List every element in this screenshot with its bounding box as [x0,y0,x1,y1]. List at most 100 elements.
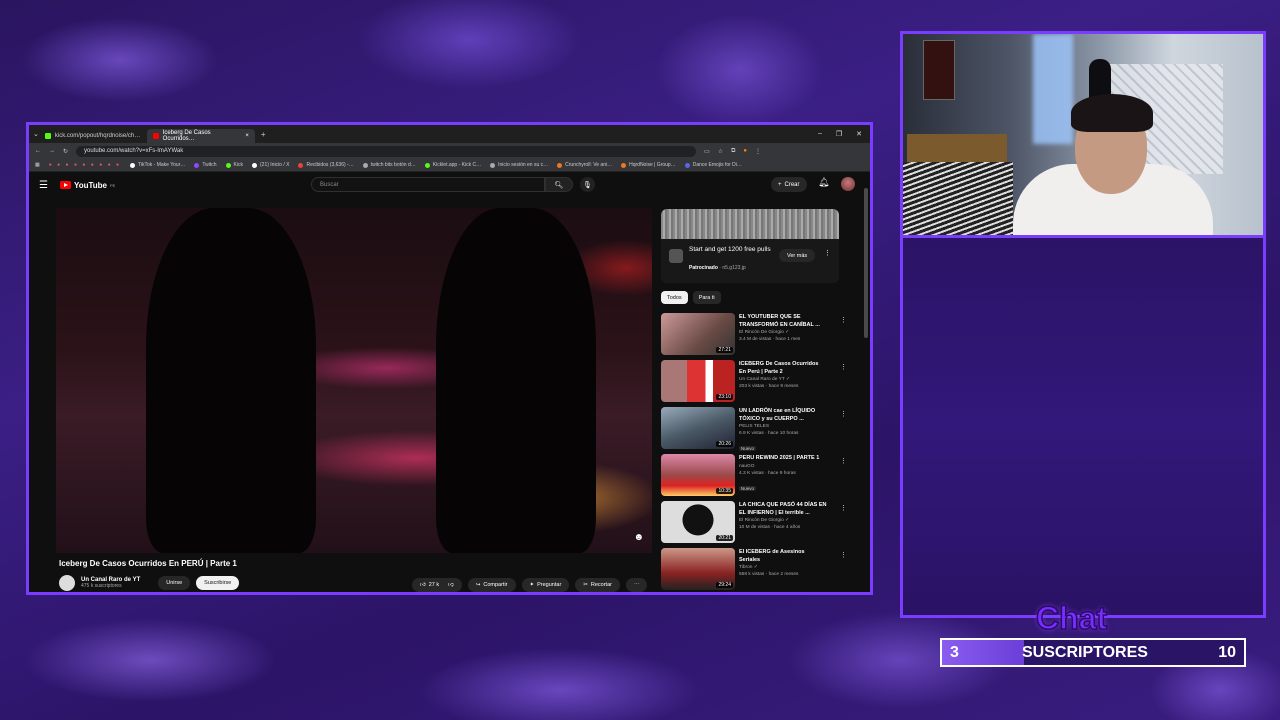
account-avatar[interactable] [841,177,855,191]
video-player[interactable]: ☻ [56,208,652,553]
bookmark-item[interactable]: Kicklet.app - Kick C… [424,162,481,168]
forward-icon[interactable]: → [49,148,55,154]
ask-button[interactable]: ✦ Preguntar [521,578,570,592]
apps-icon[interactable]: ▦ [35,162,40,168]
video-thumbnail[interactable]: 27:21 [661,313,735,355]
recommendation-info: UN LADRÓN cae en LÍQUIDO TÓXICO y su CUE… [739,407,827,454]
chip-all[interactable]: Todos [661,291,688,304]
goal-target: 10 [1218,643,1236,661]
recommendation-channel: Tibron ✓ [739,565,758,570]
hamburger-menu-icon[interactable]: ☰ [39,180,48,191]
recommendation-item[interactable]: 20:26 UN LADRÓN cae en LÍQUIDO TÓXICO y … [661,407,851,454]
subscriber-goal-bar: 3 SUSCRIPTORES 10 [940,638,1246,667]
item-menu-dots-icon[interactable]: ⋮ [840,551,847,559]
recommendation-channel: El Rincón De Giorgio ✓ [739,518,790,523]
recommendation-channel: Un Canal Raro de YT ✓ [739,377,791,382]
share-button[interactable]: ↪ Compartir [467,578,516,592]
reload-icon[interactable]: ↻ [63,148,68,155]
item-menu-dots-icon[interactable]: ⋮ [840,410,847,418]
url-text: youtube.com/watch?v=xFs-ImAYWak [84,148,184,154]
video-silhouette-right [436,208,596,553]
video-thumbnail[interactable]: 29:24 [661,548,735,590]
search-input[interactable]: Buscar [311,177,545,192]
duration-badge: 23:10 [716,394,733,400]
duration-badge: 20:26 [716,441,733,447]
ad-logo-icon [669,249,683,263]
recommendation-item[interactable]: 10:35 PERU REWIND 2025 | PARTE 1 nauGO 4… [661,454,851,501]
recommendation-item[interactable]: 20:21 LA CHICA QUE PASÓ 44 DÍAS EN EL IN… [661,501,851,548]
youtube-header: ☰ YouTube PE Buscar 🔍︎ 🎙︎ + Crear 🔔︎ [29,172,870,198]
recommendation-channel: nauGO [739,463,755,469]
new-badge: Nuevo [739,485,757,491]
recommendation-channel: PELIS TELES [739,424,770,429]
recommendation-item[interactable]: 29:24 El ICEBERG de Asesinos Seriales Ti… [661,548,851,592]
ad-more-button[interactable]: Ver más [779,249,816,262]
recommendation-item[interactable]: 27:21 EL YOUTUBER QUE SE TRANSFORMÓ EN C… [661,313,851,360]
video-thumbnail[interactable]: 10:35 [661,454,735,496]
discord-icon [684,162,690,168]
subscribe-button[interactable]: Suscribirse [196,576,240,590]
search-button[interactable]: 🔍︎ [545,177,573,192]
bookmark-item[interactable]: Inicio sesión en su c… [490,162,548,168]
bookmark-item[interactable]: Twitch [194,162,217,168]
chip-for-you[interactable]: Para ti [692,291,721,304]
webcam-streamer-hair [1071,94,1153,132]
tab-kick[interactable]: kick.com/popout/hqrdnoise/ch… [39,129,147,143]
ad-menu-dots-icon[interactable]: ⋮ [824,249,831,257]
chat-panel [900,238,1266,618]
bookmark-item[interactable]: Recibidos (3,636) -… [298,162,354,168]
address-bar[interactable]: youtube.com/watch?v=xFs-ImAYWak [76,145,697,157]
voice-search-button[interactable]: 🎙︎ [580,177,595,192]
recommendation-info: LA CHICA QUE PASÓ 44 DÍAS EN EL INFIERNO… [739,501,827,548]
bookmark-item[interactable]: Kick [225,162,243,168]
bookmark-item[interactable]: twitch bits botón d… [362,162,416,168]
page-scrollbar[interactable] [864,188,868,338]
minimize-icon[interactable]: – [818,130,822,138]
video-thumbnail[interactable]: 20:21 [661,501,735,543]
profile-icon[interactable]: ● [743,148,747,154]
item-menu-dots-icon[interactable]: ⋮ [840,363,847,371]
notifications-bell-icon[interactable]: 🔔︎ [818,177,829,188]
create-button[interactable]: + Crear [771,177,807,192]
more-actions-button[interactable]: ⋯ [625,578,648,592]
recommendation-meta: 4.3 K vistas · hace 9 horas [739,470,796,476]
tab-list-icon[interactable]: ⌄ [33,130,39,138]
new-tab-button[interactable]: + [261,130,266,139]
bookmark-item[interactable]: HqrdNoise | Group… [621,162,676,168]
duration-badge: 29:24 [716,582,733,588]
clip-button[interactable]: ✂ Recortar [575,578,620,592]
video-thumbnail[interactable]: 23:10 [661,360,735,402]
ad-sponsor: Patrocinado · n5.g123.jp [689,265,746,271]
menu-dots-icon[interactable]: ⋮ [755,148,761,155]
video-thumbnail[interactable]: 20:26 [661,407,735,449]
close-window-icon[interactable]: ✕ [856,130,862,138]
thumbs-down-icon[interactable]: 👎︎ [448,582,454,588]
bookmark-item[interactable]: Crunchyroll: Ve ani… [557,162,612,168]
bookmark-item[interactable]: (21) Inicio / X [252,162,289,168]
youtube-logo[interactable]: YouTube PE [59,181,115,190]
item-menu-dots-icon[interactable]: ⋮ [840,457,847,465]
tab-youtube[interactable]: Iceberg De Casos Ocurridos… × [146,129,255,143]
bookmark-icons-strip[interactable]: ● ● ● ● ● ● ● ● ● [49,162,121,168]
bookmark-star-icon[interactable]: ☆ [718,148,723,155]
close-tab-icon[interactable]: × [245,133,249,139]
search-icon: 🔍︎ [554,181,564,189]
recommendation-title: PERU REWIND 2025 | PARTE 1 [739,455,820,461]
item-menu-dots-icon[interactable]: ⋮ [840,316,847,324]
cast-icon[interactable]: ▭ [704,148,710,155]
recommendation-meta: 558 k vistas · hace 2 meses [739,572,799,577]
tab-bar: ⌄ kick.com/popout/hqrdnoise/ch… Iceberg … [29,125,870,143]
bookmark-item[interactable]: Dance Emojis for Di… [684,162,742,168]
browser-window: ⌄ kick.com/popout/hqrdnoise/ch… Iceberg … [26,122,873,595]
sponsored-ad[interactable]: Start and get 1200 free pulls Patrocinad… [661,209,839,283]
extensions-icon[interactable]: ⧉ [731,148,735,155]
recommendation-item[interactable]: 23:10 ICEBERG De Casos Ocurridos En Perú… [661,360,851,407]
join-button[interactable]: Unirse [158,576,191,590]
bookmark-item[interactable]: TikTok - Make Your… [130,162,185,168]
like-button[interactable]: 👍︎ 27 k 👎︎ [412,578,462,592]
channel-avatar[interactable] [59,575,75,591]
item-menu-dots-icon[interactable]: ⋮ [840,504,847,512]
recommendation-list: 27:21 EL YOUTUBER QUE SE TRANSFORMÓ EN C… [661,313,851,592]
maximize-icon[interactable]: ❐ [836,130,842,138]
back-icon[interactable]: ← [35,148,41,154]
